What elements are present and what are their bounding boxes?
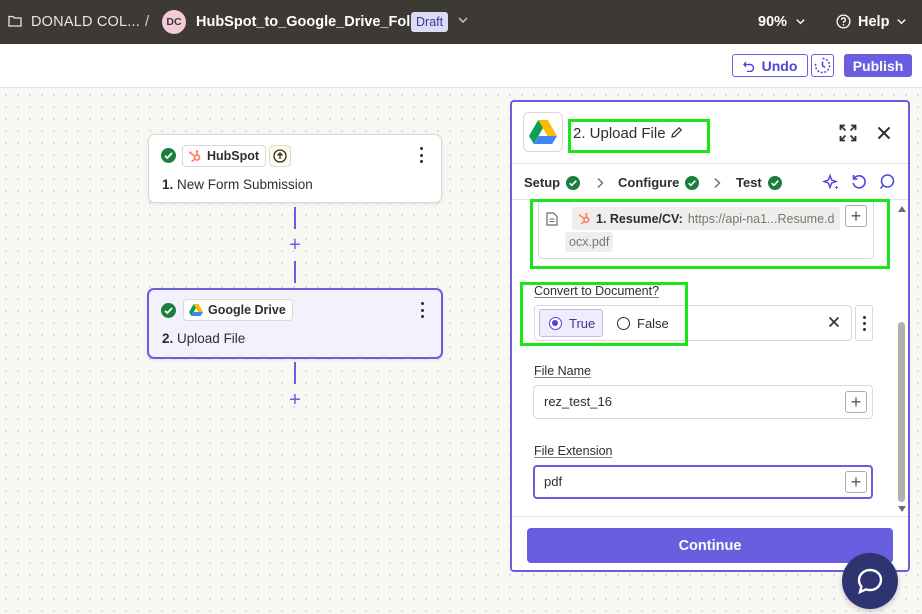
add-step-button[interactable]: + (287, 390, 303, 410)
undo-label: Undo (761, 57, 798, 74)
insert-data-button[interactable]: + (845, 471, 867, 493)
google-drive-app-icon (523, 112, 563, 152)
undo-icon (742, 61, 754, 72)
step-number: 1. (162, 177, 174, 192)
version-history-button[interactable] (811, 54, 834, 77)
undo-button[interactable]: Undo (732, 54, 808, 77)
google-drive-logo-icon (189, 304, 203, 316)
insert-data-button[interactable]: + (845, 391, 867, 413)
tab-label: Setup (524, 175, 561, 190)
panel-header: 2. Upload File (512, 102, 908, 164)
step-title: 1. New Form Submission (162, 177, 313, 192)
expand-icon[interactable] (839, 124, 857, 142)
folder-icon (8, 15, 22, 27)
scrollbar-thumb[interactable] (898, 322, 905, 502)
avatar[interactable]: DC (162, 10, 186, 34)
panel-title[interactable]: 2. Upload File (573, 125, 666, 142)
step-title-text: New Form Submission (177, 177, 313, 192)
app-name: Google Drive (208, 303, 286, 317)
breadcrumb-folder[interactable]: DONALD COL... (31, 14, 140, 30)
check-circle-icon (161, 303, 176, 318)
status-badge[interactable]: Draft (411, 12, 449, 32)
connector-line (294, 207, 296, 229)
clear-icon[interactable] (828, 316, 840, 328)
help-icon[interactable] (836, 14, 851, 29)
connector-line (294, 261, 296, 283)
check-circle-icon (767, 175, 782, 190)
step-menu-icon[interactable] (418, 147, 424, 163)
step-tabs: Setup Configure Test (512, 164, 908, 200)
zoom-chevron-down-icon[interactable] (795, 16, 806, 27)
connector-line (294, 362, 296, 384)
zoom-level[interactable]: 90% (758, 14, 787, 30)
chevron-down-icon[interactable] (457, 14, 469, 26)
app-chip-google-drive: Google Drive (183, 299, 293, 321)
app-name: HubSpot (207, 149, 260, 163)
action-bar: Undo Publish (0, 44, 922, 88)
trigger-indicator (269, 145, 291, 167)
help-menu[interactable]: Help (858, 14, 889, 30)
tab-label: Configure (618, 175, 680, 190)
step-menu-icon[interactable] (419, 302, 425, 318)
highlight-box (520, 282, 688, 346)
scrollbar[interactable] (896, 202, 908, 516)
comment-icon[interactable] (878, 173, 896, 191)
scroll-up-arrow-icon[interactable] (898, 206, 906, 212)
scroll-down-arrow-icon[interactable] (898, 506, 906, 512)
pencil-icon[interactable] (670, 126, 683, 139)
chevron-right-icon (597, 178, 604, 188)
zap-name[interactable]: HubSpot_to_Google_Drive_Folder (196, 14, 433, 30)
step-card-google-drive[interactable]: Google Drive 2. Upload File (147, 288, 443, 359)
step-number: 2. (162, 331, 174, 346)
step-card-hubspot[interactable]: HubSpot 1. New Form Submission (148, 134, 442, 203)
history-icon (814, 57, 831, 74)
field-label-file-extension: File Extension (534, 444, 613, 458)
step-editor-panel: 2. Upload File Setup Configure Test 1. R… (510, 100, 910, 572)
top-bar: DONALD COL... / DC HubSpot_to_Google_Dri… (0, 0, 922, 44)
step-title: 2. Upload File (162, 331, 245, 346)
app-chip-hubspot: HubSpot (182, 145, 267, 167)
continue-button[interactable]: Continue (527, 528, 893, 563)
chevron-right-icon (714, 178, 721, 188)
sparkle-icon[interactable] (822, 173, 840, 191)
field-label-file-name: File Name (534, 364, 591, 378)
step-title-text: Upload File (177, 331, 246, 346)
check-circle-icon (566, 175, 581, 190)
file-extension-input[interactable]: pdf (533, 465, 873, 499)
publish-button[interactable]: Publish (844, 54, 912, 77)
field-options-icon[interactable] (855, 305, 873, 341)
check-circle-icon (161, 148, 176, 163)
file-name-input[interactable]: rez_test_16 (533, 385, 873, 419)
tab-configure[interactable]: Configure (618, 175, 700, 190)
chat-support-button[interactable] (842, 553, 898, 609)
refresh-icon[interactable] (850, 173, 868, 191)
add-step-button[interactable]: + (287, 235, 303, 255)
highlight-box (530, 199, 890, 269)
hubspot-logo-icon (189, 150, 201, 163)
breadcrumb-separator: / (145, 13, 150, 30)
tab-test[interactable]: Test (736, 175, 782, 190)
close-icon[interactable] (876, 125, 892, 141)
help-chevron-down-icon[interactable] (896, 16, 907, 27)
tab-setup[interactable]: Setup (524, 175, 581, 190)
tab-label: Test (736, 175, 762, 190)
chat-bubble-icon (857, 568, 883, 595)
upload-arrow-icon (273, 149, 287, 163)
check-circle-icon (685, 175, 700, 190)
